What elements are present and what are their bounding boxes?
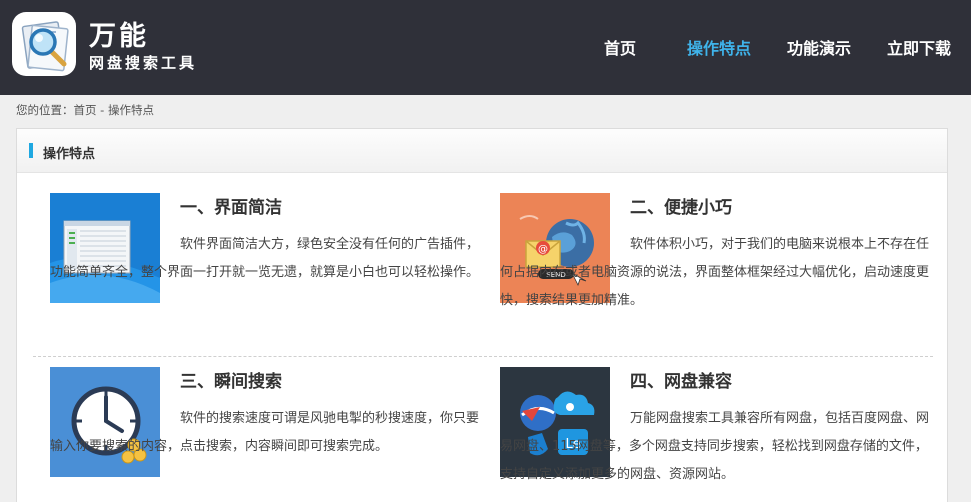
feature-title: 三、瞬间搜索 — [180, 372, 282, 392]
feature-description: 软件界面简洁大方，绿色安全没有任何的广告插件，功能简单齐全，整个界面一打开就一览… — [50, 237, 480, 280]
breadcrumb: 您的位置：首页 - 操作特点 — [16, 103, 154, 117]
panel-header: 操作特点 — [17, 129, 947, 173]
nav-download[interactable]: 立即下载 — [887, 35, 951, 59]
feature-description: 软件体积小巧，对于我们的电脑来说根本上不存在任何占据内存或者电脑资源的说法，界面… — [500, 237, 930, 308]
logo[interactable] — [12, 12, 76, 76]
brand-subtitle: 网盘搜索工具 — [89, 54, 198, 72]
nav-demo[interactable]: 功能演示 — [787, 35, 851, 59]
brand-title: 万能 — [89, 21, 149, 52]
magnifier-logo-icon — [21, 21, 69, 72]
panel-header-accent — [29, 143, 33, 158]
nav-home[interactable]: 首页 — [604, 35, 636, 59]
section-divider — [33, 356, 933, 357]
nav-features[interactable]: 操作特点 — [687, 35, 751, 59]
feature-title: 一、界面简洁 — [180, 198, 282, 218]
feature-description: 万能网盘搜索工具兼容所有网盘，包括百度网盘、网易网盘、115网盘等，多个网盘支持… — [500, 411, 930, 482]
feature-description: 软件的搜索速度可谓是风驰电掣的秒搜速度，你只要输入你要搜索的内容，点击搜索，内容… — [50, 411, 480, 454]
feature-title: 四、网盘兼容 — [630, 372, 732, 392]
feature-title: 二、便捷小巧 — [630, 198, 732, 218]
site-header: 万能 网盘搜索工具 首页 操作特点 功能演示 立即下载 — [0, 0, 971, 95]
features-panel: 操作特点 一、界面简洁 软件界面简洁大方，绿色安全没有任何的广告插件，功能简单齐… — [16, 128, 948, 502]
panel-title: 操作特点 — [43, 147, 96, 162]
